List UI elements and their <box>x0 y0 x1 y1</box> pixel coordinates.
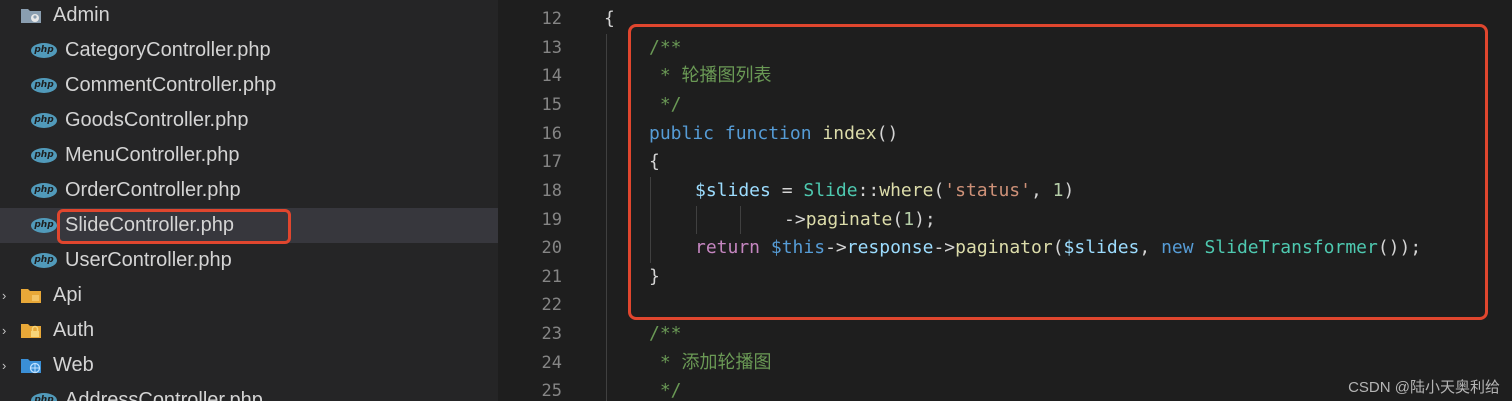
folder-label: Api <box>53 284 82 306</box>
globe-folder-icon <box>21 359 41 374</box>
chevron-right-icon[interactable]: › <box>2 278 12 313</box>
folder-label: Web <box>53 354 94 376</box>
line-number: 16 <box>541 124 562 144</box>
folder-web[interactable]: › Web <box>0 348 498 383</box>
line-number: 13 <box>541 38 562 58</box>
code-editor[interactable]: 12 13 14 15 16 17 18 19 20 21 22 23 24 2… <box>498 0 1512 401</box>
admin-folder-icon <box>21 9 41 23</box>
explorer-sidebar: Admin php CategoryController.php php Com… <box>0 0 498 401</box>
php-file-icon: php <box>31 183 57 198</box>
code-line-24: * 添加轮播图 <box>649 349 772 378</box>
folder-api[interactable]: › Api <box>0 278 498 313</box>
line-number-gutter: 12 13 14 15 16 17 18 19 20 21 22 23 24 2… <box>498 0 562 401</box>
php-file-icon: php <box>31 113 57 128</box>
token: { <box>604 8 615 29</box>
folder-label: Admin <box>53 4 110 26</box>
file-label: CommentController.php <box>65 74 277 96</box>
selection-highlight-box <box>57 209 291 244</box>
line-number: 20 <box>541 238 562 258</box>
file-row[interactable]: php MenuController.php <box>0 138 498 173</box>
line-number: 17 <box>541 152 562 172</box>
line-number: 14 <box>541 66 562 86</box>
line-number: 19 <box>541 210 562 230</box>
line-number: 23 <box>541 324 562 344</box>
file-label: AddressController.php <box>65 389 263 401</box>
comment-token: * 添加轮播图 <box>649 352 772 373</box>
file-row[interactable]: php OrderController.php <box>0 173 498 208</box>
line-number: 15 <box>541 95 562 115</box>
file-row[interactable]: php UserController.php <box>0 243 498 278</box>
file-label: GoodsController.php <box>65 109 249 131</box>
file-label: MenuController.php <box>65 144 240 166</box>
file-label: OrderController.php <box>65 179 241 201</box>
line-number: 18 <box>541 181 562 201</box>
line-number: 25 <box>541 381 562 401</box>
line-number: 12 <box>541 9 562 29</box>
file-row[interactable]: php AddressController.php <box>0 383 498 401</box>
php-file-icon: php <box>31 218 57 233</box>
php-file-icon: php <box>31 43 57 58</box>
folder-auth[interactable]: › Auth <box>0 313 498 348</box>
php-file-icon: php <box>31 148 57 163</box>
line-number: 24 <box>541 353 562 373</box>
folder-label: Auth <box>53 319 95 341</box>
file-label: CategoryController.php <box>65 39 271 61</box>
folder-admin[interactable]: Admin <box>0 0 498 33</box>
file-row[interactable]: php GoodsController.php <box>0 103 498 138</box>
chevron-right-icon[interactable]: › <box>2 313 12 348</box>
code-highlight-box <box>628 24 1488 320</box>
code-line-12: { <box>604 5 615 34</box>
chevron-down-icon[interactable]: › <box>2 348 12 383</box>
php-file-icon: php <box>31 253 57 268</box>
line-number: 22 <box>541 295 562 315</box>
indent-guide <box>606 34 607 401</box>
php-file-icon: php <box>31 393 57 401</box>
file-row[interactable]: php CommentController.php <box>0 68 498 103</box>
code-line-23: /** <box>649 320 682 349</box>
file-row[interactable]: php CategoryController.php <box>0 33 498 68</box>
watermark-text: CSDN @陆小天奥利给 <box>1348 379 1500 396</box>
code-line-25: */ <box>649 377 682 401</box>
lock-folder-icon <box>21 324 41 338</box>
file-label: UserController.php <box>65 249 232 271</box>
comment-token: */ <box>649 380 682 401</box>
line-number: 21 <box>541 267 562 287</box>
comment-token: /** <box>649 323 682 344</box>
api-folder-icon <box>21 289 41 303</box>
php-file-icon: php <box>31 78 57 93</box>
